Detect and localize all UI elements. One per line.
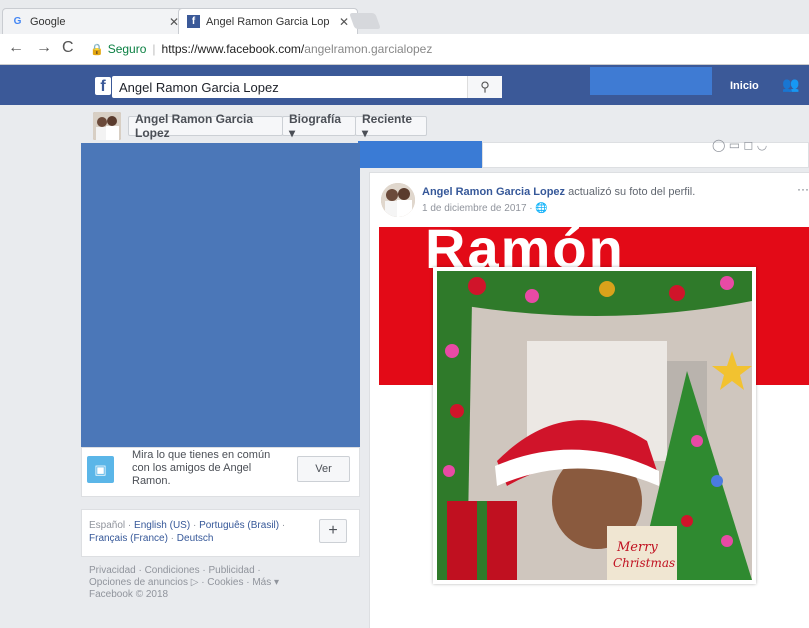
biography-dropdown[interactable]: Biografía ▾ [282,112,356,140]
facebook-icon: f [187,15,200,28]
merry-text: Merry [616,540,658,555]
footer-line[interactable]: Opciones de anuncios ▷ · Cookies · Más ▾ [89,577,319,589]
url-separator: | [152,42,156,56]
back-arrow-icon[interactable]: ← [8,39,24,57]
url-path: angelramon.garcialopez [304,42,433,56]
close-tab-icon[interactable]: ✕ [339,15,349,29]
language-link[interactable]: Deutsch [177,533,214,544]
url-host: https://www.facebook.com/ [161,42,305,56]
forward-arrow-icon[interactable]: → [36,39,52,57]
redacted-intro-panel [81,143,360,447]
language-list: Español · English (US) · Português (Bras… [89,520,286,544]
friends-common-text: Mira lo que tienes en común con los amig… [132,449,271,487]
post-author-link[interactable]: Angel Ramon Garcia Lopez [422,186,565,198]
globe-icon: 🌐 [535,203,548,214]
see-button[interactable]: Ver [297,456,350,482]
post-timestamp[interactable]: 1 de diciembre de 2017 · 🌐 [422,203,548,214]
post-action-icons[interactable]: ◯ ▭ ◻ ◡ [712,138,767,152]
footer-links: Privacidad · Condiciones · Publicidad · … [89,565,319,601]
profile-avatar[interactable] [93,112,121,140]
google-icon: G [13,16,22,27]
address-bar: ← → C 🔒 Seguro | https://www.facebook.co… [0,34,809,65]
facebook-logo-icon[interactable]: f [95,77,111,95]
reload-icon[interactable]: C [62,39,74,57]
footer-copyright: Facebook © 2018 [89,589,169,600]
add-language-button[interactable]: + [319,519,347,543]
avatar-photo [381,183,415,217]
language-link[interactable]: Português (Brasil) [199,520,279,531]
user-name-redaction [590,67,712,95]
profile-name-tab[interactable]: Angel Ramon Garcia Lopez [128,112,283,140]
language-link[interactable]: Français (France) [89,533,168,544]
language-link[interactable]: English (US) [134,520,190,531]
christmas-text: Christmas [613,556,675,570]
post-headline: Angel Ramon Garcia Lopez actualizó su fo… [422,186,695,198]
tab-label: Google [30,15,66,28]
post-options-icon[interactable]: ··· [797,182,809,196]
christmas-profile-photo: Merry Christmas [437,271,752,580]
christmas-photo-art: Merry Christmas [437,271,752,580]
post-author-avatar[interactable] [381,183,415,217]
avatar-photo [93,112,121,140]
footer-line[interactable]: Privacidad · Condiciones · Publicidad · [89,565,319,577]
recent-dropdown[interactable]: Reciente ▾ [355,112,427,140]
tab-facebook-profile[interactable]: f Angel Ramon Garcia Lop ✕ [178,8,358,34]
search-value: Angel Ramon Garcia Lopez [119,79,279,95]
url-input[interactable]: 🔒 Seguro | https://www.facebook.com/ ang… [90,38,800,60]
search-input[interactable]: Angel Ramon Garcia Lopez ⚲ [112,76,502,98]
post-action-text: actualizó su foto del perfil. [565,186,696,198]
friends-requests-icon[interactable]: 👥 [782,76,799,93]
secure-label: Seguro [107,42,147,56]
current-language: Español [89,520,126,531]
post-date-text: 1 de diciembre de 2017 · [422,203,536,214]
friends-common-icon: ▣ [87,456,114,483]
lock-icon: 🔒 [90,43,104,56]
banner-logo-text: Ramón [425,217,625,280]
new-tab-button[interactable] [349,13,381,29]
home-link[interactable]: Inicio [730,80,759,92]
search-icon[interactable]: ⚲ [467,76,502,98]
tab-google[interactable]: G Google ✕ [2,8,188,34]
tab-label: Angel Ramon Garcia Lop [206,15,330,28]
redaction-block [358,141,482,168]
